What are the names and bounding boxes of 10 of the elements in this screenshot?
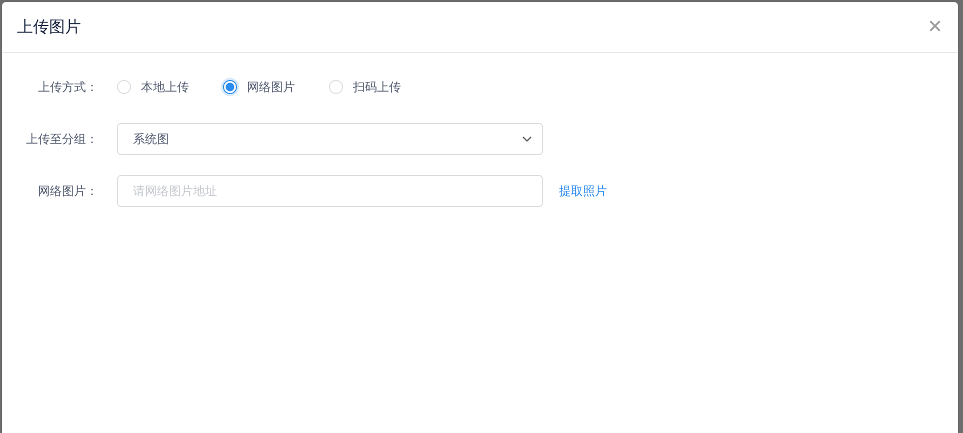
url-input-field[interactable]: 请网络图片地址	[117, 175, 543, 207]
form-label: 网络图片：	[37, 182, 98, 200]
dialog-title: 上传图片	[17, 16, 81, 38]
form-label: 上传方式：	[37, 78, 98, 96]
chevron-down-icon	[522, 136, 532, 142]
radio-option[interactable]: 扫码上传	[329, 78, 401, 96]
radio-option[interactable]: 本地上传	[117, 78, 189, 96]
group-select[interactable]: 系统图	[117, 123, 543, 155]
radio-option[interactable]: 网络图片	[223, 78, 295, 96]
form-label: 上传至分组：	[25, 130, 98, 148]
